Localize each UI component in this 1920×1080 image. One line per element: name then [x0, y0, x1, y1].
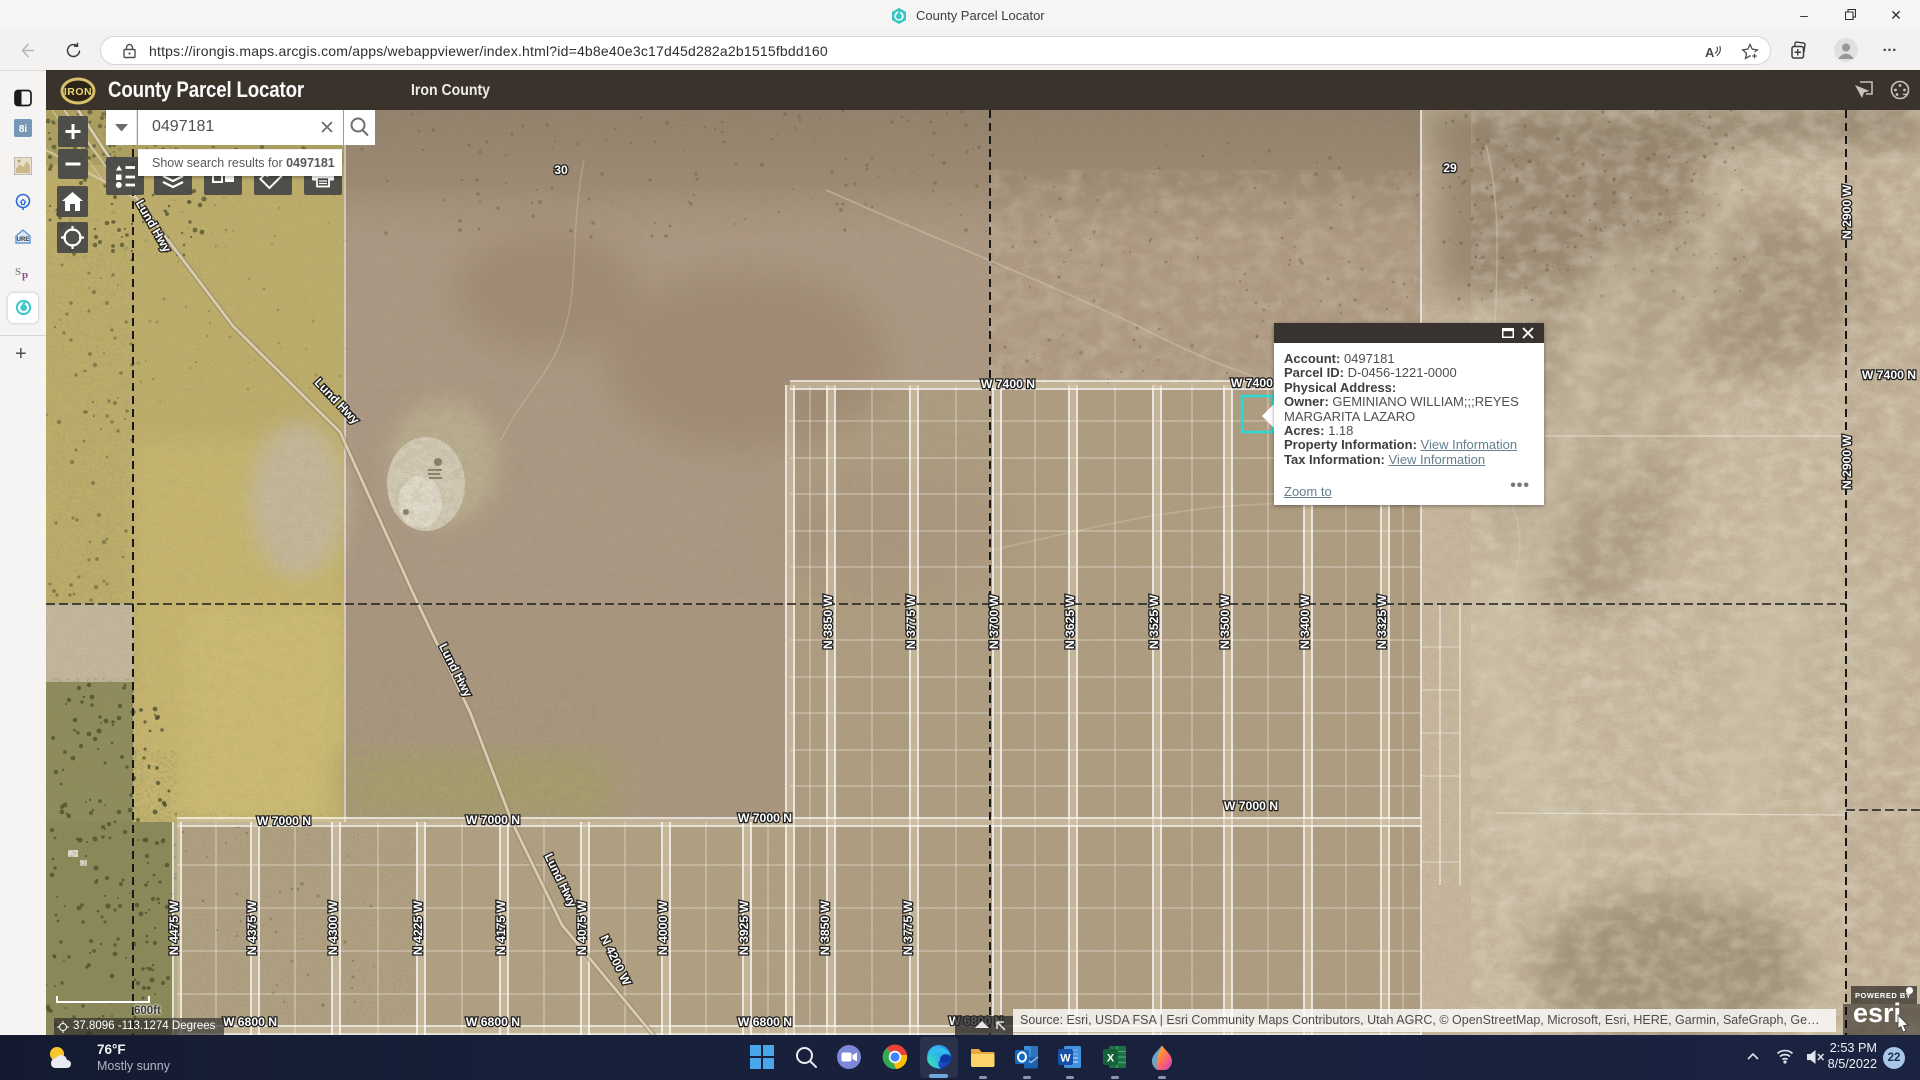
svg-text:N 2900 W: N 2900 W — [1840, 434, 1854, 489]
svg-text:W 6800 N: W 6800 N — [223, 1015, 277, 1029]
svg-text:30: 30 — [554, 163, 568, 177]
svg-text:S: S — [15, 266, 21, 278]
svg-text:29: 29 — [1443, 161, 1457, 175]
svg-text:W 7000 N: W 7000 N — [466, 813, 520, 827]
svg-text:N 3700 W: N 3700 W — [987, 594, 1001, 649]
svg-text:N 3775 W: N 3775 W — [904, 594, 918, 649]
svg-text:N 4000 W: N 4000 W — [656, 900, 670, 955]
svg-text:N 3850 W: N 3850 W — [818, 900, 832, 955]
svg-text:N 3325 W: N 3325 W — [1375, 594, 1389, 649]
svg-text:N 4375 W: N 4375 W — [245, 900, 259, 955]
svg-text:W 7400 N: W 7400 N — [981, 377, 1035, 391]
svg-text:8i: 8i — [19, 124, 28, 135]
svg-text:W 6800 N: W 6800 N — [466, 1015, 520, 1029]
svg-text:W 6800 N: W 6800 N — [738, 1015, 792, 1029]
svg-text:N 4175 W: N 4175 W — [494, 900, 508, 955]
svg-text:N 3525 W: N 3525 W — [1147, 594, 1161, 649]
svg-text:W 7000 N: W 7000 N — [1224, 799, 1278, 813]
svg-text:N 3925 W: N 3925 W — [737, 900, 751, 955]
svg-text:N 3625 W: N 3625 W — [1063, 594, 1077, 649]
svg-text:N 3775 W: N 3775 W — [901, 900, 915, 955]
svg-text:N 4225 W: N 4225 W — [411, 900, 425, 955]
svg-text:URE: URE — [17, 237, 30, 243]
svg-text:N 3500 W: N 3500 W — [1218, 594, 1232, 649]
svg-text:W: W — [1060, 1053, 1071, 1065]
svg-text:A: A — [1705, 45, 1715, 60]
svg-text:X: X — [1107, 1053, 1115, 1065]
svg-text:W 7000 N: W 7000 N — [738, 811, 792, 825]
svg-text:W 7000 N: W 7000 N — [257, 814, 311, 828]
svg-text:p: p — [22, 269, 28, 281]
svg-text:IRON: IRON — [64, 86, 92, 98]
svg-text:N 4300 W: N 4300 W — [326, 900, 340, 955]
svg-text:N 3400 W: N 3400 W — [1298, 594, 1312, 649]
svg-text:N 2900 W: N 2900 W — [1840, 184, 1854, 239]
svg-text:N 4475 W: N 4475 W — [167, 900, 181, 955]
svg-text:W 7400 N: W 7400 N — [1862, 368, 1916, 382]
svg-text:N 4075 W: N 4075 W — [575, 900, 589, 955]
svg-text:N 3850 W: N 3850 W — [821, 594, 835, 649]
